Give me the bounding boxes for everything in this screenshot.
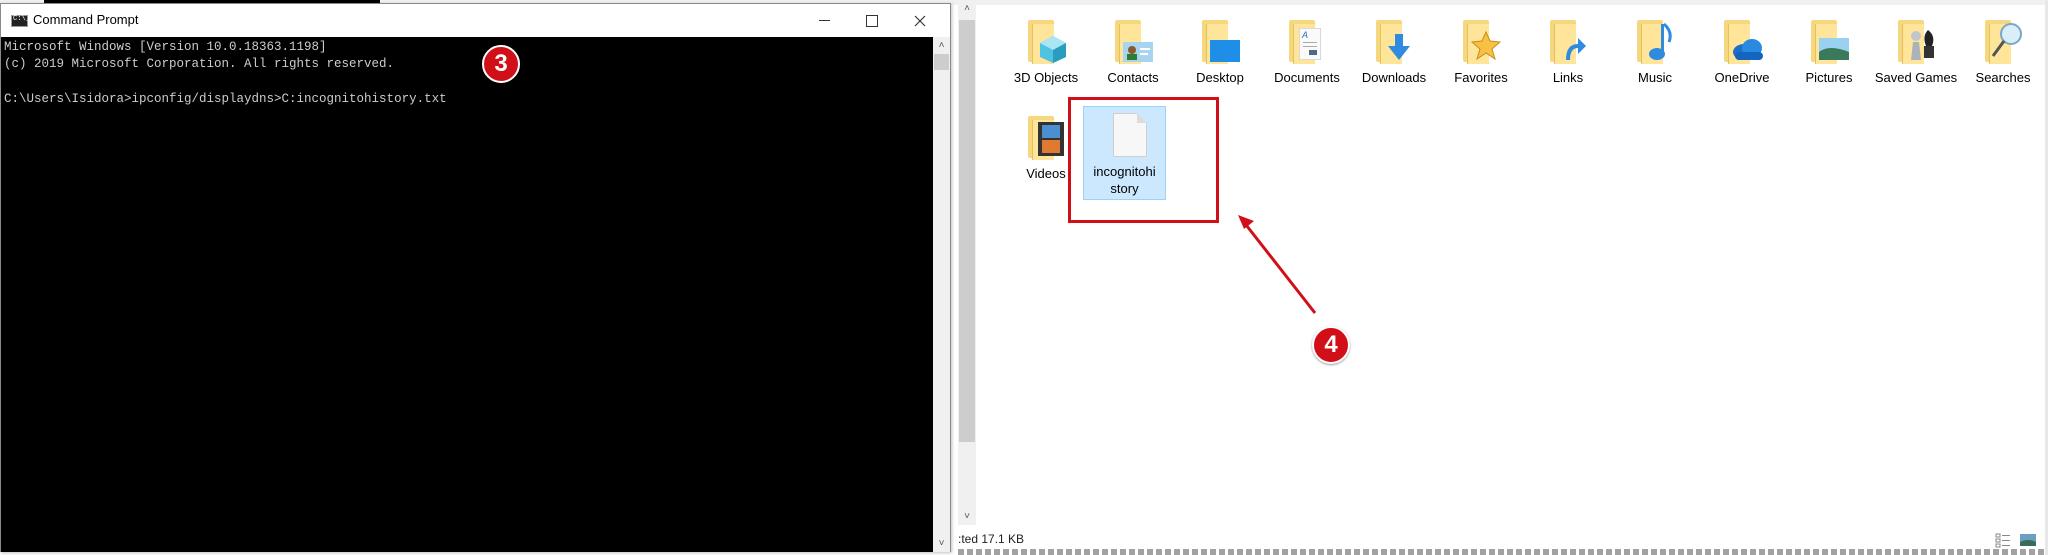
item-label: Favorites xyxy=(1454,70,1508,85)
details-view-icon[interactable] xyxy=(1995,533,2010,548)
saved-games-folder-icon xyxy=(1892,16,1940,64)
folder-saved-games[interactable]: Saved Games xyxy=(1873,16,1959,86)
console-command-line: C:\Users\Isidora>ipconfig/displaydns>C:i… xyxy=(4,92,447,106)
onedrive-folder-icon xyxy=(1718,16,1766,64)
explorer-scrollbar[interactable]: ˄ ˅ xyxy=(958,0,976,525)
music-folder-icon xyxy=(1631,16,1679,64)
folder-onedrive[interactable]: OneDrive xyxy=(1699,16,1785,86)
window-title: Command Prompt xyxy=(33,12,139,27)
console-line: Microsoft Windows [Version 10.0.18363.11… xyxy=(4,40,327,54)
item-label: Pictures xyxy=(1805,70,1853,85)
scroll-up-arrow-icon[interactable]: ˄ xyxy=(958,0,976,17)
annotation-arrow xyxy=(1238,215,1317,314)
favorites-folder-icon xyxy=(1457,16,1505,64)
console-line: (c) 2019 Microsoft Corporation. All righ… xyxy=(4,57,395,71)
scroll-up-arrow-icon[interactable]: ˄ xyxy=(933,37,950,54)
step-4-badge: 4 xyxy=(1312,326,1350,364)
links-folder-icon xyxy=(1544,16,1592,64)
scroll-down-arrow-icon[interactable]: ˅ xyxy=(933,535,950,552)
folder-3d-objects[interactable]: 3D Objects xyxy=(1003,16,1089,86)
folder-links[interactable]: Links xyxy=(1525,16,1611,86)
item-label: Saved Games xyxy=(1874,70,1958,85)
item-label: Downloads xyxy=(1361,70,1427,85)
folder-music[interactable]: Music xyxy=(1612,16,1698,86)
step-3-badge: 3 xyxy=(482,45,520,83)
item-label: Links xyxy=(1552,70,1584,85)
searches-folder-icon xyxy=(1979,16,2027,64)
folder-downloads[interactable]: Downloads xyxy=(1351,16,1437,86)
console-scrollbar[interactable]: ˄ ˅ xyxy=(933,37,950,552)
folder-pictures[interactable]: Pictures xyxy=(1786,16,1872,86)
item-label: OneDrive xyxy=(1714,70,1770,85)
item-label: Contacts xyxy=(1107,70,1159,85)
desktop-folder-icon xyxy=(1196,16,1244,64)
3d-objects-folder-icon xyxy=(1022,16,1070,64)
minimize-button[interactable] xyxy=(801,4,847,37)
item-label: Desktop xyxy=(1196,70,1244,85)
close-icon xyxy=(914,15,926,26)
item-label: Music xyxy=(1638,70,1672,85)
command-prompt-window: Command Prompt Microsoft Windows [Versio… xyxy=(0,3,951,552)
scrollbar-thumb[interactable] xyxy=(959,20,975,442)
folder-searches[interactable]: Searches xyxy=(1960,16,2046,86)
contacts-folder-icon xyxy=(1109,16,1157,64)
folder-favorites[interactable]: Favorites xyxy=(1438,16,1524,86)
svg-text:A: A xyxy=(1301,30,1308,40)
console-output[interactable]: Microsoft Windows [Version 10.0.18363.11… xyxy=(1,37,933,552)
title-bar[interactable]: Command Prompt xyxy=(1,4,950,37)
downloads-folder-icon xyxy=(1370,16,1418,64)
videos-folder-icon xyxy=(1022,112,1070,160)
documents-folder-icon: A xyxy=(1283,16,1331,64)
item-label: 3D Objects xyxy=(1013,70,1079,85)
item-label: Documents xyxy=(1274,70,1340,85)
taskbar-edge xyxy=(958,549,2048,555)
folder-contacts[interactable]: Contacts xyxy=(1090,16,1176,86)
item-label: Searches xyxy=(1975,70,2031,85)
cmd-icon xyxy=(11,15,30,27)
maximize-button[interactable] xyxy=(849,4,895,37)
status-bar-text: :ted 17.1 KB xyxy=(958,532,1025,546)
highlight-box xyxy=(1068,97,1219,223)
folder-desktop[interactable]: Desktop xyxy=(1177,16,1263,86)
large-icons-view-icon[interactable] xyxy=(2020,534,2036,546)
pictures-folder-icon xyxy=(1805,16,1853,64)
folder-documents[interactable]: A Documents xyxy=(1264,16,1350,86)
close-button[interactable] xyxy=(897,4,943,37)
scroll-down-arrow-icon[interactable]: ˅ xyxy=(958,508,976,525)
scrollbar-thumb[interactable] xyxy=(934,54,949,70)
file-list: 3D Objects Contacts Desktop A Documents … xyxy=(976,0,2048,530)
